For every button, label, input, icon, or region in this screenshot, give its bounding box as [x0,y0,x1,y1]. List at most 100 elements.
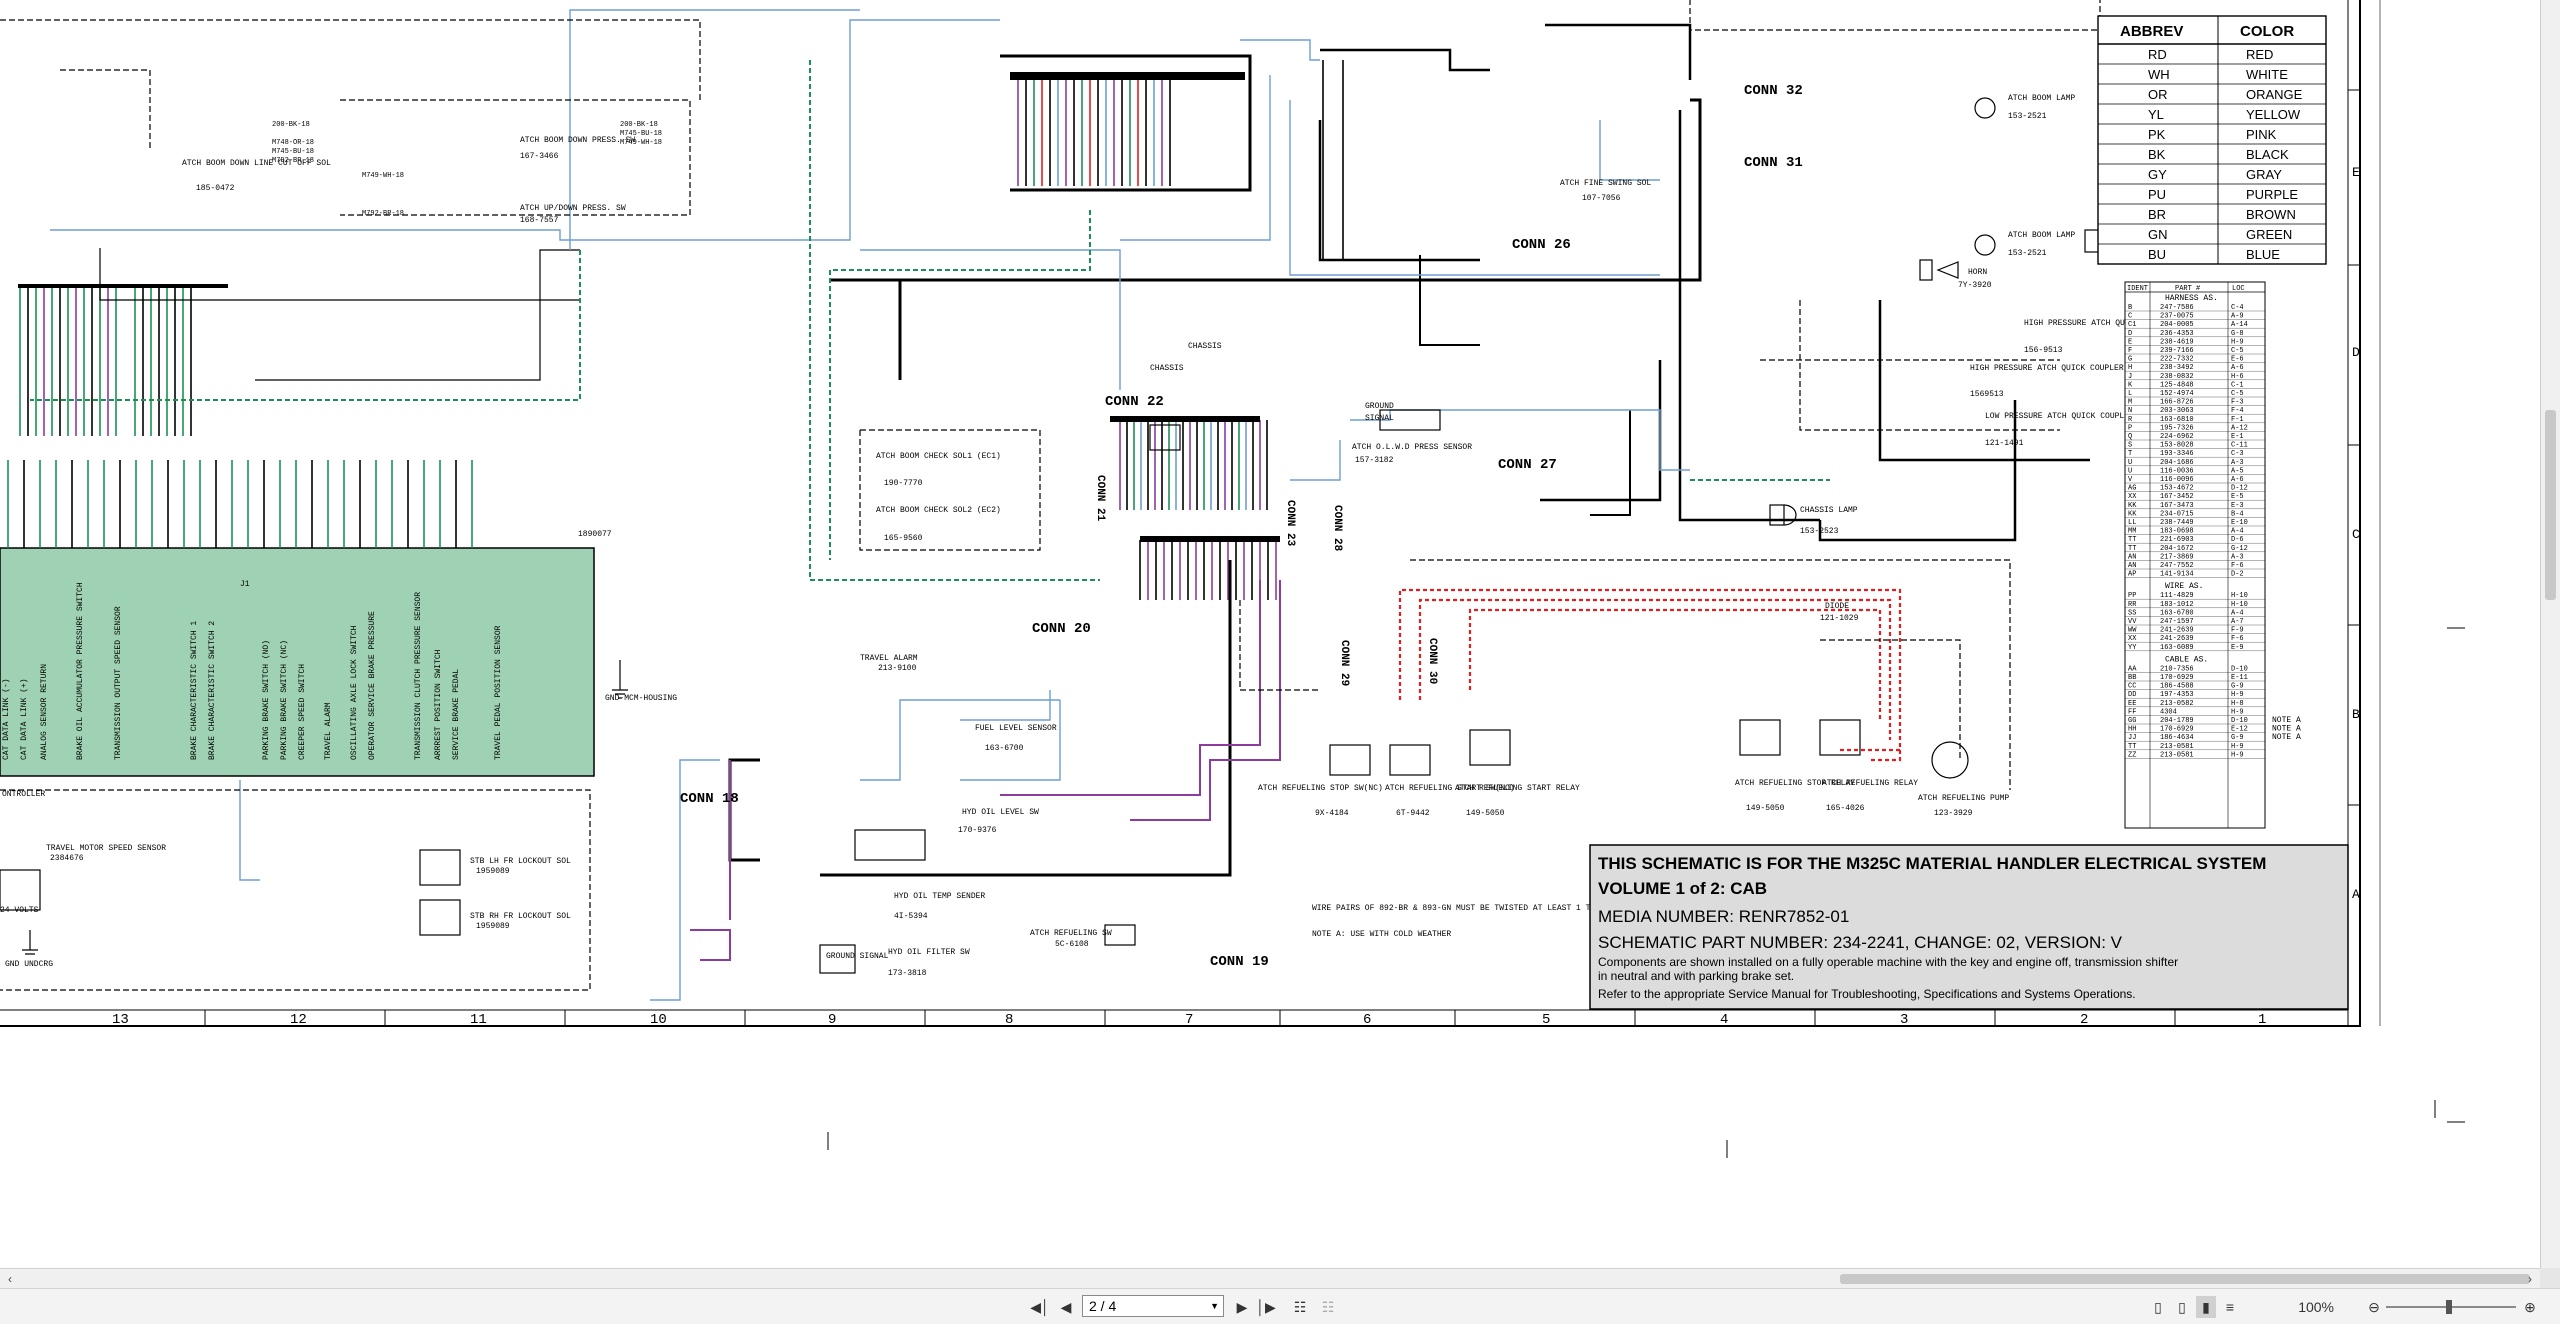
vertical-scroll-thumb[interactable] [2545,410,2556,600]
comp-label: 2384676 [50,854,84,863]
comp-label: CHASSIS LAMP [1800,506,1858,515]
color-abbrev: RD [2148,47,2167,62]
harness-part: 238-4619 [2160,338,2194,346]
comp-label: 1569513 [1970,390,2004,399]
ecm-function-label: TRANSMISSION CLUTCH PRESSURE SENSOR [414,592,423,760]
comp-label: NOTE A: USE WITH COLD WEATHER [1312,930,1451,939]
view-continuous-icon[interactable]: ▯ [2172,1296,2192,1318]
ecm-part-number: 1890077 [578,530,612,539]
view-scroll-icon[interactable]: ≡ [2220,1296,2240,1318]
harness-part: 163-6810 [2160,416,2194,424]
last-page-icon[interactable]: │▶ [1256,1296,1276,1318]
color-name: YELLOW [2246,107,2301,122]
comp-label: 173-3818 [888,969,927,978]
color-abbrev: OR [2148,87,2168,102]
horizontal-scroll-thumb[interactable] [1840,1274,2530,1284]
comp-label: 9X-4184 [1315,809,1349,818]
vertical-scrollbar[interactable] [2540,0,2560,1268]
media-number: MEDIA NUMBER: RENR7852-01 [1598,907,1849,926]
comp-label: HORN [1968,268,1987,277]
harness-ident: U [2128,467,2132,475]
color-name: GRAY [2246,167,2282,182]
comp-label: 156-9513 [2024,346,2063,355]
column-number: 4 [1720,1012,1728,1028]
harness-part: 224-6962 [2160,433,2194,441]
harness-ident: T [2128,450,2132,458]
zoom-slider-knob[interactable] [2446,1300,2452,1314]
harness-part: 166-8726 [2160,399,2194,407]
color-name: ORANGE [2246,87,2303,102]
chevron-down-icon[interactable]: ▼ [1210,1296,1219,1316]
zoom-in-icon[interactable]: ⊕ [2520,1296,2540,1318]
comp-label: HYD OIL LEVEL SW [962,808,1039,817]
harness-loc: H-9 [2231,708,2244,716]
zoom-slider[interactable] [2386,1300,2516,1314]
wire-code: M748-OR-18 [272,139,314,147]
harness-loc: G-8 [2231,330,2244,338]
comp-label: ATCH REFUELING START RELAY [1455,784,1580,793]
comp-label: 6T-9442 [1396,809,1430,818]
zoom-out-icon[interactable]: ⊖ [2364,1296,2384,1318]
ecm-function-label: PARKING BRAKE SWITCH (NO) [262,640,271,760]
column-number: 5 [1542,1012,1550,1028]
document-viewport[interactable]: E D C B A 13 12 11 10 9 8 7 6 5 4 3 2 1 … [0,0,2540,1268]
first-page-icon[interactable]: ◀│ [1030,1296,1050,1318]
comp-label: ATCH BOOM DOWN PRESS. SW [520,136,635,145]
harness-ident: C [2128,313,2132,321]
comp-label: 1959089 [476,922,510,931]
view-tile-icon[interactable]: ☷ [1318,1296,1338,1318]
harness-loc: C-1 [2231,381,2244,389]
color-name: BLACK [2246,147,2289,162]
harness-ident: JJ [2128,734,2136,742]
wire-code: M749-WH-18 [620,139,662,147]
color-name: PINK [2246,127,2277,142]
view-single-icon[interactable]: ▯ [2148,1296,2168,1318]
prev-page-icon[interactable]: ◀ [1058,1296,1074,1318]
color-name: RED [2246,47,2273,62]
horizontal-scrollbar[interactable]: ‹ › [0,1268,2540,1288]
harness-part: 241-2639 [2160,635,2194,643]
column-number: 7 [1185,1012,1193,1028]
comp-label: 185-0472 [196,184,235,193]
column-number: 8 [1005,1012,1013,1028]
harness-part: 213-0581 [2160,743,2194,751]
comp-label: 153-2521 [2008,249,2047,258]
view-two-page-icon[interactable]: ☷ [1290,1296,1310,1318]
row-letter: C [2352,527,2360,542]
color-abbrev: WH [2148,67,2170,82]
harness-part: 222-7332 [2160,356,2194,364]
title-note: Refer to the appropriate Service Manual … [1598,987,2136,1001]
view-facing-icon[interactable]: ▮ [2196,1296,2216,1318]
harness-part: 238-3492 [2160,364,2194,372]
harness-part: 170-6929 [2160,674,2194,682]
harness-ident: AP [2128,571,2136,579]
comp-label: STB LH FR LOCKOUT SOL [470,857,571,866]
color-name: PURPLE [2246,187,2298,202]
scroll-left-icon[interactable]: ‹ [0,1269,20,1289]
harness-loc: C-4 [2231,304,2244,312]
harness-section-title: CABLE AS. [2165,655,2208,664]
column-number: 6 [1363,1012,1371,1028]
comp-label: 157-3182 [1355,456,1394,465]
connector-plug [1010,72,1245,80]
comp-label: ATCH REFUELING RELAY [1822,779,1918,788]
harness-part: 4304 [2160,708,2177,716]
column-number: 9 [828,1012,836,1028]
comp-label: ATCH REFUELING SW [1030,929,1112,938]
harness-loc: A-4 [2231,609,2244,617]
harness-part: 213-0581 [2160,751,2194,759]
harness-loc: A-7 [2231,618,2244,626]
title-note: in neutral and with parking brake set. [1598,969,1794,983]
harness-ident: D [2128,330,2132,338]
connector-plug [1110,416,1260,422]
scroll-right-icon[interactable]: › [2520,1269,2540,1289]
harness-ident: BB [2128,674,2136,682]
page-number-field[interactable]: 2 / 4 ▼ [1082,1295,1224,1317]
harness-ident: YY [2128,644,2137,652]
next-page-icon[interactable]: ▶ [1234,1296,1250,1318]
ecm-function-label: ARRREST POSITION SWITCH [434,649,443,760]
harness-ident: ZZ [2128,751,2136,759]
zoom-level[interactable]: 100% [2284,1296,2334,1318]
comp-label: 149-5050 [1466,809,1505,818]
harness-part: 204-0005 [2160,321,2194,329]
